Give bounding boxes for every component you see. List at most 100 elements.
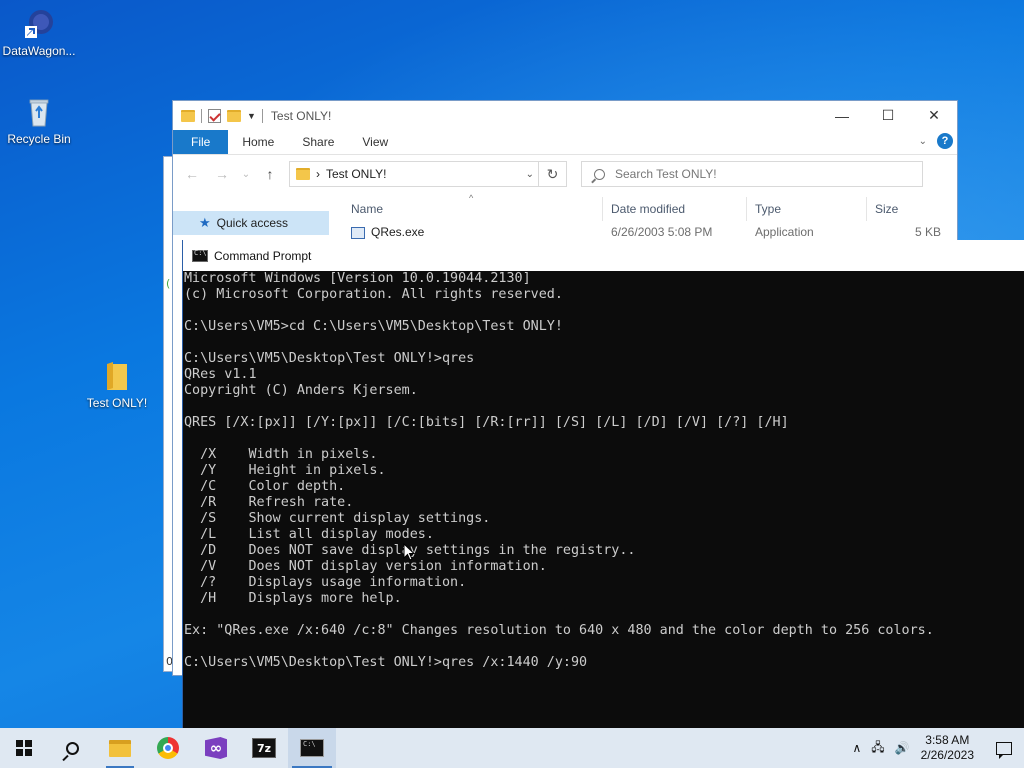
tab-file[interactable]: File — [173, 130, 229, 154]
command-prompt-icon — [192, 249, 208, 262]
shortcut-icon — [23, 8, 55, 40]
back-button[interactable]: ← — [181, 166, 203, 182]
console-line: Ex: "QRes.exe /x:640 /c:8" Changes resol… — [184, 623, 934, 638]
nav-item-quick-access[interactable]: ★ Quick access — [173, 211, 329, 235]
address-dropdown-icon[interactable]: ⌄ — [526, 169, 534, 180]
desktop-icon-test-only-folder[interactable]: Test ONLY! — [78, 360, 156, 410]
ribbon-tabs: File Home Share View ⌄ ? — [173, 130, 957, 155]
start-button[interactable] — [0, 728, 48, 768]
console-line: /H Displays more help. — [184, 591, 402, 606]
taskbar-7zip[interactable]: 7z — [240, 728, 288, 768]
console-output[interactable]: Microsoft Windows [Version 10.0.19044.21… — [183, 271, 1024, 671]
command-prompt-window[interactable]: Command Prompt Microsoft Windows [Versio… — [182, 240, 1024, 728]
search-icon — [594, 168, 605, 180]
minimize-button[interactable]: — — [819, 101, 865, 130]
console-line: /S Show current display settings. — [184, 511, 491, 526]
show-hidden-icons-button[interactable]: ∧ — [852, 741, 861, 755]
console-line: QRES [/X:[px]] [/Y:[px]] [/C:[bits] [/R:… — [184, 415, 789, 430]
file-explorer-icon — [109, 739, 131, 757]
search-input[interactable]: Search Test ONLY! — [615, 167, 717, 181]
command-prompt-icon: C:\ — [300, 739, 324, 757]
recycle-bin-icon — [23, 96, 55, 128]
forward-button[interactable]: → — [211, 166, 233, 182]
console-line: C:\Users\VM5\Desktop\Test ONLY!>qres — [184, 351, 475, 366]
cmd-titlebar[interactable]: Command Prompt — [183, 240, 1024, 271]
desktop-icon-datawagon[interactable]: DataWagon... — [0, 8, 78, 58]
explorer-titlebar[interactable]: ▼ Test ONLY! — ☐ ✕ — [173, 101, 957, 130]
tab-share[interactable]: Share — [288, 130, 348, 154]
breadcrumb-separator: › — [316, 167, 320, 181]
column-date-modified[interactable]: Date modified — [603, 197, 747, 221]
taskbar-clock[interactable]: 3:58 AM 2/26/2023 — [921, 733, 974, 763]
console-line: Microsoft Windows [Version 10.0.19044.21… — [184, 271, 531, 286]
properties-icon[interactable] — [208, 108, 221, 123]
taskbar-chrome[interactable] — [144, 728, 192, 768]
nav-item-label: Quick access — [216, 216, 289, 230]
mouse-cursor-icon — [403, 543, 415, 561]
help-icon[interactable]: ? — [937, 133, 953, 149]
desktop-icon-label: Recycle Bin — [7, 132, 71, 146]
file-list: ^ Name Date modified Type Size QRes.exe … — [343, 193, 947, 243]
file-type: Application — [755, 225, 814, 239]
desktop-icon-recycle-bin[interactable]: Recycle Bin — [0, 96, 78, 146]
column-size[interactable]: Size — [867, 197, 947, 221]
chrome-icon — [157, 737, 179, 759]
file-date: 6/26/2003 5:08 PM — [611, 225, 713, 239]
taskbar-command-prompt[interactable]: C:\ — [288, 728, 336, 768]
breadcrumb-path[interactable]: Test ONLY! — [326, 167, 386, 181]
sort-caret-icon: ^ — [469, 193, 474, 203]
tab-view[interactable]: View — [348, 130, 402, 154]
search-box[interactable]: Search Test ONLY! — [581, 161, 923, 187]
expand-ribbon-icon[interactable]: ⌄ — [919, 136, 927, 147]
file-name: QRes.exe — [371, 225, 425, 239]
tab-home[interactable]: Home — [228, 130, 288, 154]
toolbar-separator — [201, 108, 202, 123]
console-line: /V Does NOT display version information. — [184, 559, 547, 574]
window-title: Test ONLY! — [270, 108, 332, 123]
file-name-cell: QRes.exe — [343, 225, 603, 239]
taskbar-visual-studio[interactable]: ∞ — [192, 728, 240, 768]
up-button[interactable]: ↑ — [259, 166, 281, 182]
console-line: Copyright (C) Anders Kjersem. — [184, 383, 418, 398]
desktop-icon-label: Test ONLY! — [86, 396, 148, 410]
column-type[interactable]: Type — [747, 197, 867, 221]
desktop-icon-label: DataWagon... — [2, 44, 76, 58]
new-folder-icon[interactable] — [227, 109, 241, 122]
7zip-icon: 7z — [252, 738, 276, 758]
console-line: /D Does NOT save display settings in the… — [200, 543, 636, 558]
quick-access-toolbar: ▼ — [181, 108, 263, 123]
action-center-button[interactable] — [984, 728, 1024, 768]
clock-time: 3:58 AM — [925, 733, 970, 747]
folder-icon — [101, 360, 133, 392]
taskbar-file-explorer[interactable] — [96, 728, 144, 768]
notification-icon — [996, 741, 1012, 759]
volume-icon[interactable]: 🔊 — [895, 741, 910, 755]
refresh-button[interactable]: ↻ — [538, 162, 566, 186]
console-line: C:\Users\VM5\Desktop\Test ONLY!>qres /x:… — [184, 655, 588, 670]
taskbar-search-button[interactable] — [48, 728, 96, 768]
console-line: C:\Users\VM5>cd C:\Users\VM5\Desktop\Tes… — [184, 319, 563, 334]
folder-icon — [181, 109, 195, 122]
close-button[interactable]: ✕ — [911, 101, 957, 130]
windows-start-icon — [16, 740, 32, 756]
console-line: QRes v1.1 — [184, 367, 257, 382]
console-line: /C Color depth. — [184, 479, 346, 494]
recent-locations-button[interactable]: ⌄ — [241, 169, 251, 180]
maximize-button[interactable]: ☐ — [865, 101, 911, 130]
file-size: 5 KB — [914, 225, 941, 239]
star-icon: ★ — [199, 215, 211, 230]
ribbon-right-controls: ⌄ ? — [919, 133, 953, 149]
visual-studio-icon: ∞ — [205, 737, 227, 759]
console-line: /? Displays usage information. — [184, 575, 467, 590]
toolbar-separator — [261, 108, 263, 123]
fragment-glyph: ( — [166, 277, 171, 290]
system-tray: ∧ 🖧 🔊 3:58 AM 2/26/2023 — [847, 728, 1024, 768]
network-icon[interactable]: 🖧 — [871, 738, 884, 759]
address-bar[interactable]: › Test ONLY! ⌄ ↻ — [289, 161, 567, 187]
customize-toolbar-icon[interactable]: ▼ — [247, 111, 256, 121]
